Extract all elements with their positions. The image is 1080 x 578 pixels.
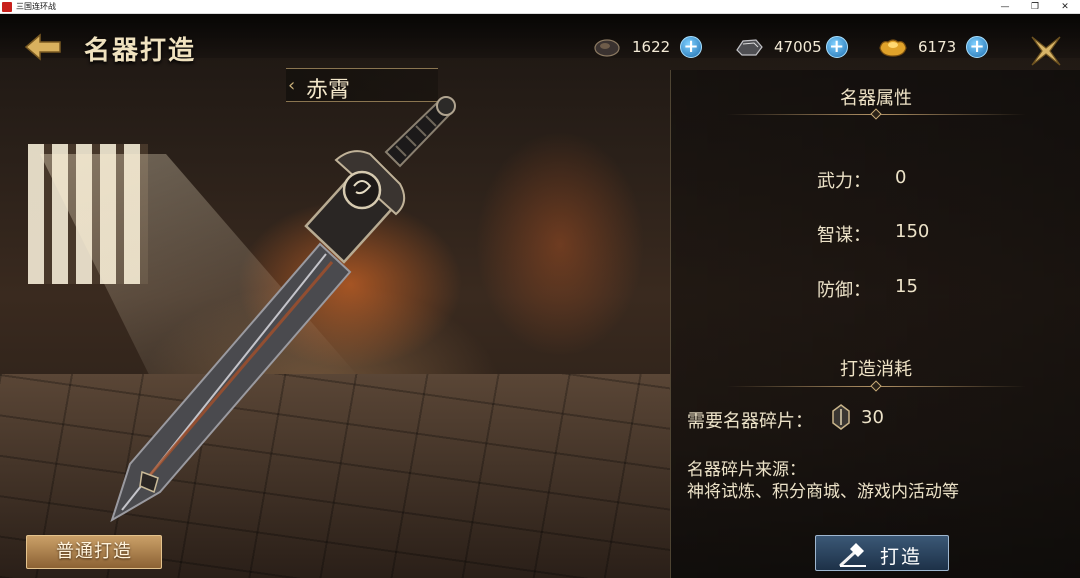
fragment-need-value: 30 <box>861 407 884 428</box>
fragment-icon <box>832 404 850 430</box>
steel-icon <box>736 39 763 56</box>
cost-title: 打造消耗 <box>840 359 912 380</box>
divider-gem-icon <box>870 108 882 120</box>
attributes-divider <box>726 108 1026 120</box>
window-title: 三国连环战 <box>16 1 56 11</box>
minimize-button[interactable]: — <box>990 0 1020 14</box>
fragment-source-value: 神将试炼、积分商城、游戏内活动等 <box>687 482 959 502</box>
attr-intelligence: 智谋： 150 <box>817 221 929 247</box>
back-arrow-icon <box>24 33 61 61</box>
attr-strength-value: 0 <box>895 167 907 188</box>
iron-ore-icon <box>594 39 620 57</box>
fragment-need-label: 需要名器碎片： <box>687 411 813 432</box>
add-gold-ingot-button[interactable]: + <box>966 36 988 58</box>
gold-ingot-icon <box>879 39 907 57</box>
page-title: 名器打造 <box>84 36 197 66</box>
attr-defense-value: 15 <box>895 276 918 297</box>
close-button[interactable] <box>1028 34 1064 68</box>
add-steel-button[interactable]: + <box>825 36 848 58</box>
forge-button[interactable]: 打造 <box>815 535 949 571</box>
window-close-button[interactable]: ✕ <box>1050 0 1080 14</box>
attr-strength: 武力： 0 <box>817 167 906 193</box>
app-icon <box>2 1 12 12</box>
resource-iron-ore: 1622 + <box>592 34 702 60</box>
chevron-left-icon: ‹ <box>288 75 296 96</box>
attr-intelligence-label: 智谋： <box>817 225 871 246</box>
gold-ingot-value: 6173 <box>918 38 957 56</box>
back-button[interactable] <box>24 32 64 62</box>
hammer-icon <box>839 543 866 567</box>
attr-defense: 防御： 15 <box>817 276 918 302</box>
forge-button-label: 打造 <box>880 546 923 568</box>
cost-divider <box>726 380 1026 392</box>
resource-gold-ingot: 6173 + <box>878 34 988 60</box>
normal-forge-button[interactable]: 普通打造 <box>26 535 162 569</box>
resource-steel: 47005 + <box>734 34 848 60</box>
divider-gem-icon <box>870 380 882 392</box>
close-icon <box>1031 36 1061 66</box>
attr-intelligence-value: 150 <box>895 221 930 242</box>
info-panel: 名器属性 武力： 0 智谋： 150 防御： 15 打造消耗 需要名器碎片： 3… <box>670 70 1080 578</box>
add-iron-ore-button[interactable]: + <box>680 36 702 58</box>
attr-strength-label: 武力： <box>817 171 871 192</box>
steel-value: 47005 <box>774 38 822 56</box>
iron-ore-value: 1622 <box>632 38 671 56</box>
forge-scene: 名器打造 1622 + 47005 + 6173 + ‹ 赤霄 普通打造 名器属… <box>0 14 1080 578</box>
window-titlebar: 三国连环战 — ❐ ✕ <box>0 0 1080 14</box>
restore-button[interactable]: ❐ <box>1020 0 1050 14</box>
attr-defense-label: 防御： <box>817 280 871 301</box>
attributes-title: 名器属性 <box>840 88 912 109</box>
sword-illustration <box>110 96 456 523</box>
window-controls: — ❐ ✕ <box>990 0 1080 14</box>
